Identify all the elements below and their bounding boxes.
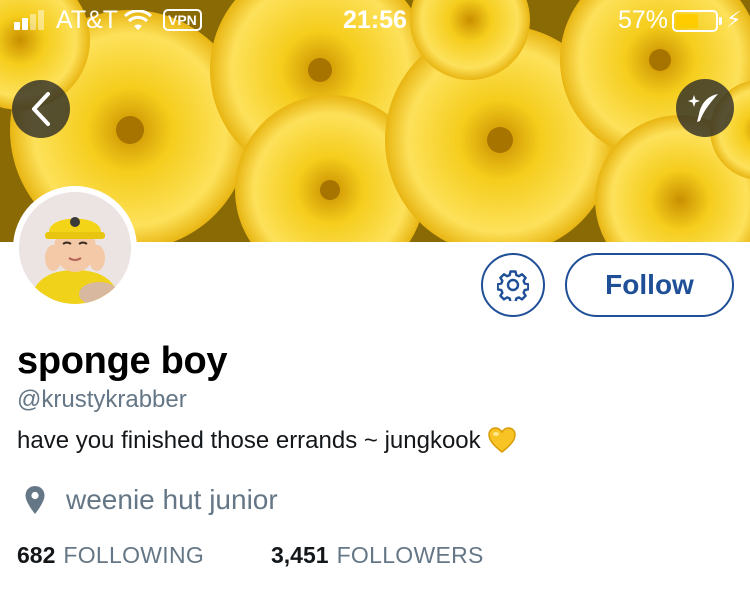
back-button[interactable]: [12, 80, 70, 138]
bio: have you finished those errands ~ jungko…: [17, 426, 517, 461]
following-label: FOLLOWING: [63, 542, 205, 568]
battery-level-fill: [676, 14, 698, 28]
settings-button[interactable]: [481, 253, 545, 317]
followers-label: FOLLOWERS: [336, 542, 484, 568]
location: weenie hut junior: [24, 484, 278, 516]
location-pin-icon: [25, 486, 45, 514]
followers-stat[interactable]: 3,451 FOLLOWERS: [271, 542, 484, 569]
gear-icon: [497, 270, 529, 301]
magic-compose-button[interactable]: [676, 79, 734, 137]
location-text: weenie hut junior: [66, 484, 278, 515]
chevron-left-icon: [32, 92, 50, 126]
followers-count: 3,451: [271, 542, 329, 568]
username-handle: @krustykrabber: [17, 386, 187, 413]
yellow-heart-icon: [487, 426, 517, 461]
battery-icon: [672, 10, 722, 32]
charging-bolt-icon: ⚡︎: [726, 7, 742, 32]
bio-text: have you finished those errands ~ jungko…: [17, 427, 481, 454]
sparkle-feather-icon: [688, 94, 718, 122]
profile-photo: [19, 192, 131, 304]
battery-percent: 57%: [618, 6, 669, 34]
display-name: sponge boy: [17, 340, 228, 382]
follow-button[interactable]: Follow: [565, 253, 734, 317]
following-count: 682: [17, 542, 56, 568]
avatar[interactable]: [13, 186, 137, 310]
following-stat[interactable]: 682 FOLLOWING: [17, 542, 204, 569]
status-bar: AT&T VPN 21:56 57% ⚡︎: [0, 0, 750, 40]
